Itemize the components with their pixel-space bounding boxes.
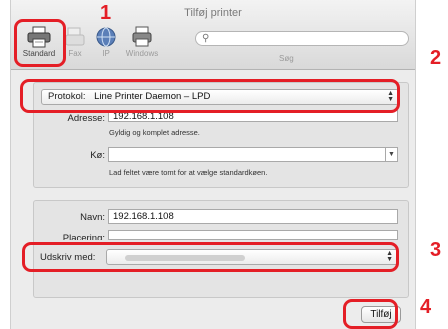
print-with-label: Udskriv med: [40, 252, 96, 263]
search-label: Søg [279, 54, 294, 63]
select-arrows-icon: ▲ ▼ [387, 90, 394, 103]
search-icon: ⚲ [202, 33, 210, 44]
driver-value-redacted [125, 255, 245, 261]
windows-printer-icon [132, 26, 152, 47]
location-label: Placering: [62, 233, 105, 240]
queue-label: Kø: [90, 150, 105, 161]
globe-icon [96, 27, 116, 47]
protocol-value: Line Printer Daemon – LPD [94, 91, 211, 102]
toolbar-button-windows[interactable]: Windows [123, 26, 161, 58]
queue-hint: Lad feltet være tomt for at vælge standa… [109, 168, 268, 177]
toolbar-label-fax: Fax [68, 49, 82, 58]
search-input[interactable]: ⚲ [195, 31, 409, 46]
add-button[interactable]: Tilføj [361, 306, 401, 323]
name-label: Navn: [80, 212, 105, 223]
step-number-4: 4 [420, 296, 432, 318]
add-printer-window: Tilføj printer Standard Fax IP Windows ⚲… [10, 0, 416, 329]
step-number-2: 2 [430, 47, 442, 69]
address-field[interactable]: 192.168.1.108 [108, 110, 398, 122]
location-field[interactable] [108, 230, 398, 240]
chevron-down-icon[interactable]: ▼ [385, 148, 397, 161]
address-label: Adresse: [67, 113, 106, 124]
toolbar-label-ip: IP [102, 49, 110, 58]
toolbar-button-fax[interactable]: Fax [63, 26, 87, 58]
queue-field[interactable]: ▼ [108, 147, 398, 162]
protocol-select[interactable]: Protokol: Line Printer Daemon – LPD ▲ ▼ [41, 89, 399, 105]
toolbar-label-windows: Windows [125, 49, 159, 58]
step-number-1: 1 [100, 2, 112, 24]
print-with-select[interactable]: ▲ ▼ [106, 249, 398, 265]
address-hint: Gyldig og komplet adresse. [109, 128, 200, 137]
printer-icon [27, 26, 51, 48]
toolbar: Tilføj printer Standard Fax IP Windows ⚲… [11, 0, 415, 70]
window-title: Tilføj printer [184, 7, 242, 19]
select-arrows-icon: ▲ ▼ [386, 250, 393, 263]
toolbar-button-ip[interactable]: IP [95, 26, 117, 58]
protocol-label: Protokol: [48, 91, 86, 102]
toolbar-button-standard[interactable]: Standard [17, 26, 61, 58]
toolbar-label-standard: Standard [22, 49, 56, 58]
fax-icon [65, 27, 85, 46]
step-number-3: 3 [430, 239, 442, 261]
name-field[interactable]: 192.168.1.108 [108, 209, 398, 224]
